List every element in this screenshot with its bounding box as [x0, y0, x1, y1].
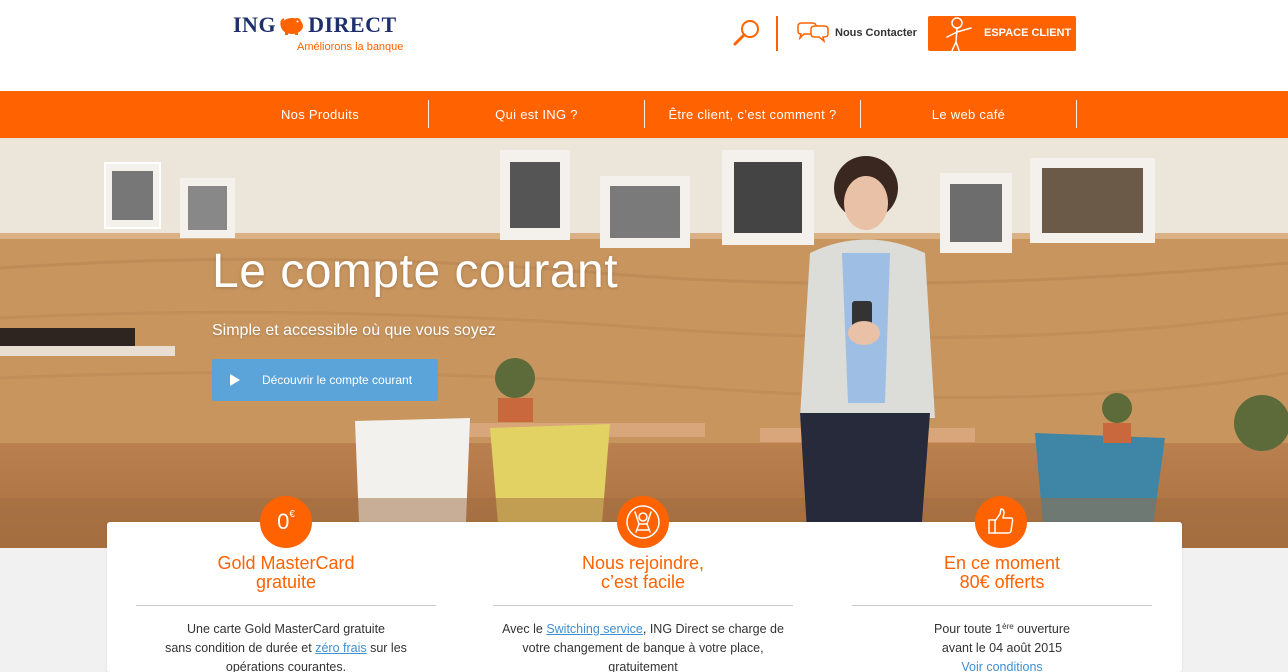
speech-bubbles-icon: [797, 22, 829, 43]
switching-badge: [617, 496, 669, 548]
main-navigation: Nos Produits Qui est ING ? Être client, …: [0, 91, 1288, 138]
feature-title: Nous rejoindre, c’est facile: [473, 554, 813, 592]
feature-text-line1: Avec le Switching service, ING Direct se…: [473, 620, 813, 639]
feature-title-line2: 80€ offerts: [959, 572, 1045, 592]
hero-title: Le compte courant: [212, 245, 619, 298]
feature-divider: [852, 605, 1152, 606]
hero-banner: Le compte courant Simple et accessible o…: [0, 138, 1288, 548]
logo-name-left: ING: [233, 12, 277, 37]
feature-text-line2: sans condition de durée et zéro frais su…: [116, 639, 456, 658]
feature-title-line2: c’est facile: [600, 572, 686, 592]
logo-name-right: DIRECT: [308, 12, 397, 37]
feature-divider: [136, 605, 436, 606]
feature-text-line2: votre changement de banque à votre place…: [522, 641, 764, 655]
top-header: ING DIRECT Améliorons la banque Nous Con…: [0, 0, 1288, 91]
lion-logo-icon: [280, 18, 304, 35]
feature-title-line2: gratuite: [255, 572, 317, 592]
espace-client-label: ESPACE CLIENT: [984, 27, 1072, 39]
feature-text-line1: Une carte Gold MasterCard gratuite: [186, 622, 385, 636]
feature-title-line1: Nous rejoindre,: [581, 553, 705, 573]
text-segment: sans condition de durée et: [165, 641, 316, 655]
feature-text-line2: avant le 04 août 2015: [941, 641, 1063, 655]
nav-separator: [1076, 100, 1077, 128]
feature-title-line1: En ce moment: [943, 553, 1061, 573]
zero-euro-badge: 0 €: [260, 496, 312, 548]
text-segment: Avec le: [502, 622, 547, 636]
feature-text-line3: gratuitement: [608, 660, 678, 672]
zero-frais-link[interactable]: zéro frais: [315, 641, 366, 655]
nav-item-nos-produits[interactable]: Nos Produits: [212, 91, 428, 138]
feature-description: Pour toute 1ère ouverture avant le 04 ao…: [832, 620, 1172, 672]
feature-text-line1: Pour toute 1ère ouverture: [832, 620, 1172, 639]
text-segment: Pour toute 1: [934, 622, 1003, 636]
espace-client-button[interactable]: ESPACE CLIENT: [928, 16, 1076, 51]
cafe-photo-illustration: [0, 138, 1288, 548]
feature-nous-rejoindre: Nous rejoindre, c’est facile Avec le Swi…: [473, 496, 813, 672]
feature-title-line1: Gold MasterCard: [217, 553, 355, 573]
logo-tagline: Améliorons la banque: [297, 41, 404, 53]
superscript: ère: [1002, 622, 1014, 631]
contact-label: Nous Contacter: [835, 27, 917, 39]
badge-zero: 0: [277, 509, 290, 534]
search-icon: [733, 20, 759, 46]
text-segment: ouverture: [1013, 622, 1070, 636]
person-icon: [946, 17, 972, 51]
search-button[interactable]: [731, 18, 761, 48]
play-icon: [230, 374, 240, 386]
discover-account-button[interactable]: Découvrir le compte courant: [212, 359, 438, 401]
nav-item-etre-client[interactable]: Être client, c’est comment ?: [645, 91, 860, 138]
feature-divider: [493, 605, 793, 606]
header-divider: [776, 16, 778, 51]
badge-euro: €: [289, 508, 295, 520]
offer-badge: [975, 496, 1027, 548]
feature-title: Gold MasterCard gratuite: [116, 554, 456, 592]
feature-description: Avec le Switching service, ING Direct se…: [473, 620, 813, 672]
logo-wordmark: ING DIRECT: [233, 12, 397, 38]
feature-text-line3: Voir conditions: [832, 658, 1172, 672]
waving-person-icon: [626, 505, 660, 539]
nav-item-web-cafe[interactable]: Le web café: [861, 91, 1076, 138]
ing-direct-logo[interactable]: ING DIRECT Améliorons la banque: [233, 12, 413, 56]
contact-link[interactable]: Nous Contacter: [796, 22, 917, 44]
feature-offre-80-euros: En ce moment 80€ offerts Pour toute 1ère…: [832, 496, 1172, 672]
nav-item-qui-est-ing[interactable]: Qui est ING ?: [429, 91, 644, 138]
text-segment: sur les: [366, 641, 407, 655]
switching-service-link[interactable]: Switching service: [546, 622, 643, 636]
feature-title: En ce moment 80€ offerts: [832, 554, 1172, 592]
feature-description: Une carte Gold MasterCard gratuite sans …: [116, 620, 456, 672]
feature-text-line3: opérations courantes.: [225, 660, 347, 672]
feature-gold-mastercard: 0 € Gold MasterCard gratuite Une carte G…: [116, 496, 456, 672]
text-segment: , ING Direct se charge de: [642, 622, 784, 636]
hero-subtitle: Simple et accessible où que vous soyez: [212, 322, 496, 339]
thumbs-up-icon: [988, 508, 1014, 534]
discover-account-label: Découvrir le compte courant: [262, 373, 413, 387]
voir-conditions-link[interactable]: Voir conditions: [961, 660, 1042, 672]
